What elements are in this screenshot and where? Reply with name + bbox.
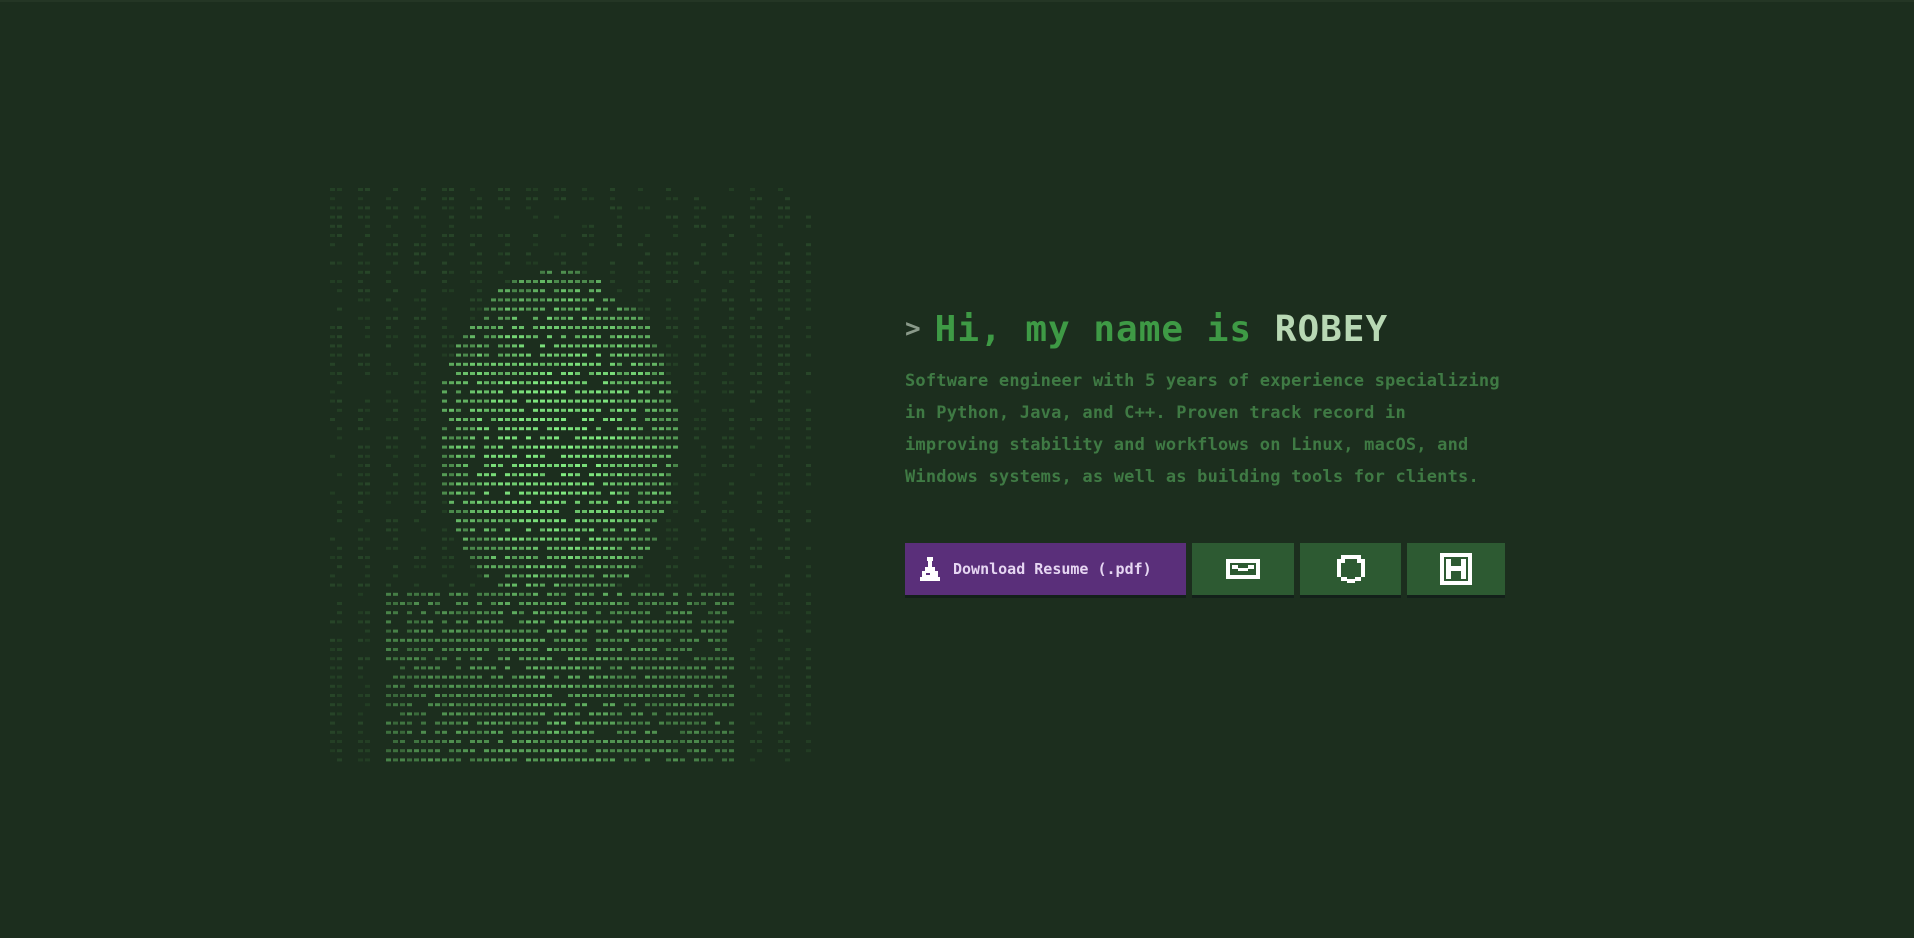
- prompt-symbol: >: [905, 314, 921, 344]
- github-button[interactable]: [1299, 543, 1402, 595]
- hero-heading: > Hi, my name is ROBEY: [905, 305, 1505, 353]
- download-resume-button[interactable]: Download Resume (.pdf): [905, 543, 1187, 595]
- linkedin-icon: [1440, 553, 1473, 585]
- email-button[interactable]: [1192, 543, 1294, 595]
- linkedin-button[interactable]: [1407, 543, 1505, 595]
- hero-title: Hi, my name is ROBEY: [935, 309, 1389, 350]
- name-text: ROBEY: [1274, 308, 1389, 350]
- flask-icon: [920, 557, 940, 581]
- bio-text: Software engineer with 5 years of experi…: [905, 371, 1500, 487]
- ascii-portrait-image: [330, 188, 811, 762]
- ascii-portrait: [330, 188, 818, 772]
- email-icon: [1225, 559, 1260, 579]
- github-icon: [1336, 555, 1365, 583]
- download-resume-label: Download Resume (.pdf): [953, 560, 1152, 578]
- greeting-text: Hi, my name is: [934, 308, 1253, 350]
- hero-section: > Hi, my name is ROBEY Software engineer…: [905, 305, 1505, 597]
- page: > Hi, my name is ROBEY Software engineer…: [0, 0, 1914, 938]
- action-buttons: Download Resume (.pdf): [905, 543, 1505, 597]
